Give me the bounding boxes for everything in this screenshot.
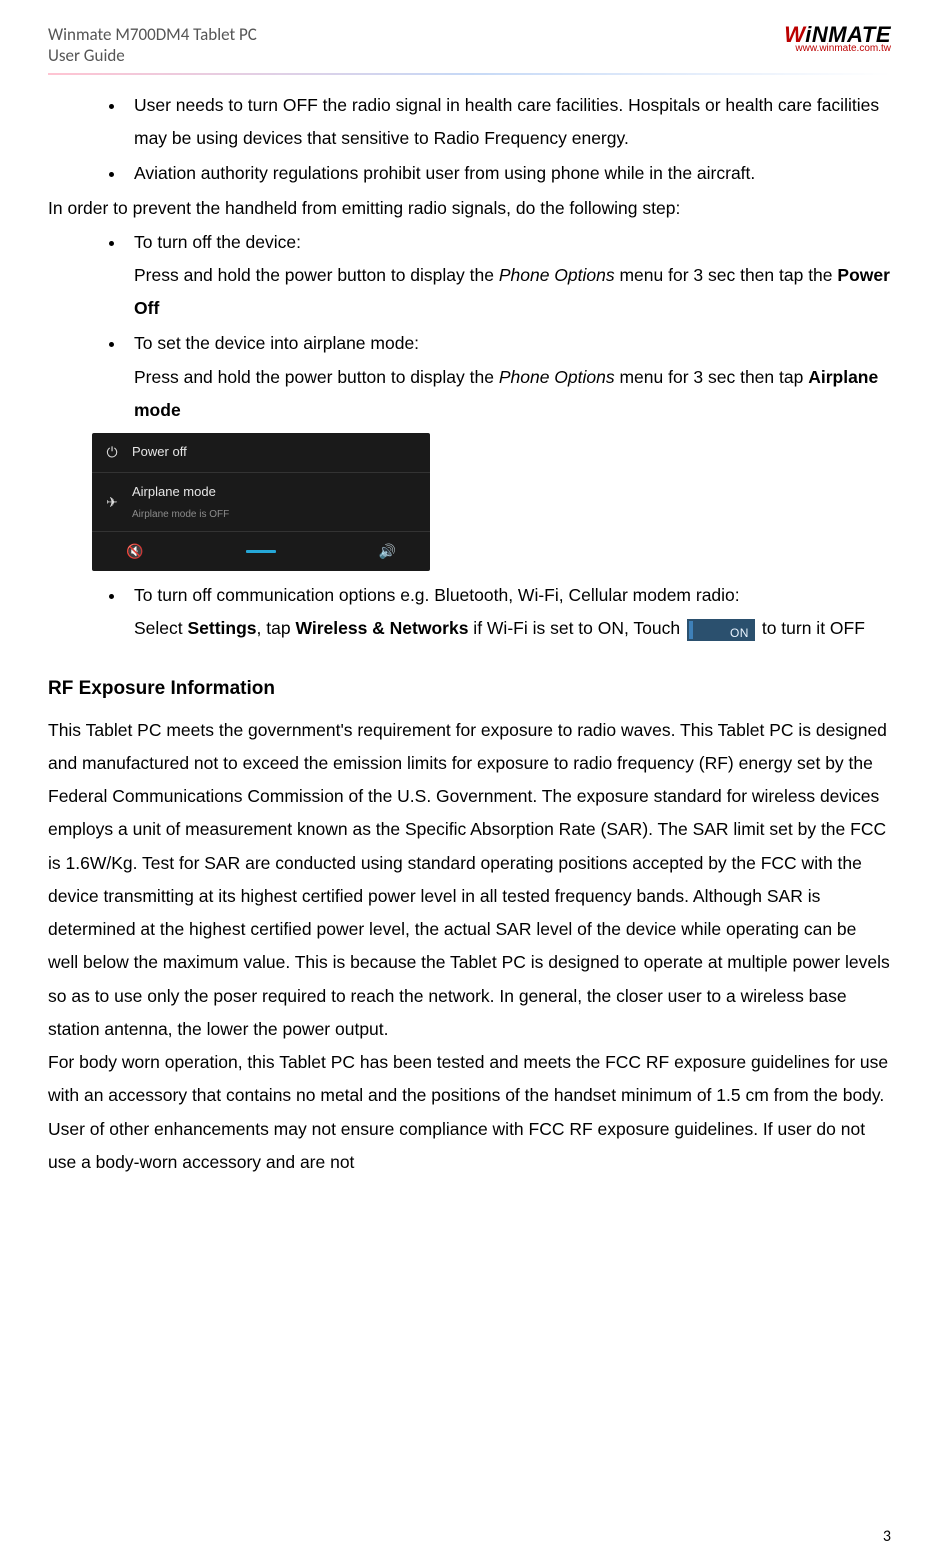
list-item-airplane: To set the device into airplane mode: Pr… (126, 327, 891, 427)
airplane-label-block: Airplane mode Airplane mode is OFF (132, 480, 229, 525)
airplane-icon: ✈ (104, 494, 120, 510)
airplane-sublabel: Airplane mode is OFF (132, 505, 229, 524)
wireless-bold: Wireless & Networks (295, 618, 468, 638)
page-root: Winmate M700DM4 Tablet PC User Guide WiN… (0, 0, 939, 1564)
settings-bold: Settings (188, 618, 257, 638)
bullet-list-steps: To turn off the device: Press and hold t… (48, 226, 891, 428)
wifi-on-toggle: ON (687, 619, 755, 641)
bullet-list-top: User needs to turn OFF the radio signal … (48, 89, 891, 191)
page-header: Winmate M700DM4 Tablet PC User Guide WiN… (48, 24, 891, 71)
step-text-b: menu for 3 sec then tap the (615, 265, 838, 285)
list-item: User needs to turn OFF the radio signal … (126, 89, 891, 156)
bullet-list-comm: To turn off communication options e.g. B… (48, 579, 891, 646)
text-b: , tap (257, 618, 296, 638)
rf-para-2: For body worn operation, this Tablet PC … (48, 1046, 891, 1179)
list-item: Aviation authority regulations prohibit … (126, 157, 891, 190)
phone-options-screenshot: ⏻ Power off ✈ Airplane mode Airplane mod… (92, 433, 430, 571)
text-a: Select (134, 618, 188, 638)
screenshot-row-airplane: ✈ Airplane mode Airplane mode is OFF (92, 473, 430, 533)
header-title-block: Winmate M700DM4 Tablet PC User Guide (48, 24, 257, 67)
screenshot-bottom-bar: 🔇 🔊 (92, 532, 430, 567)
rf-heading: RF Exposure Information (48, 671, 891, 707)
power-icon: ⏻ (104, 444, 120, 460)
header-divider (48, 73, 891, 75)
airplane-label: Airplane mode (132, 484, 216, 499)
page-number: 3 (883, 1527, 891, 1546)
rf-para-1: This Tablet PC meets the government's re… (48, 714, 891, 1047)
list-item-comm-off: To turn off communication options e.g. B… (126, 579, 891, 646)
toggle-label: ON (730, 622, 749, 645)
content-area: User needs to turn OFF the radio signal … (48, 89, 891, 1180)
volume-indicator (246, 550, 276, 553)
phone-options-italic: Phone Options (499, 367, 615, 387)
header-title-line1: Winmate M700DM4 Tablet PC (48, 24, 257, 45)
list-item-turn-off: To turn off the device: Press and hold t… (126, 226, 891, 326)
speaker-icon: 🔊 (379, 538, 396, 565)
step-title: To turn off communication options e.g. B… (134, 585, 740, 605)
step-text-b: menu for 3 sec then tap (615, 367, 809, 387)
header-title-line2: User Guide (48, 45, 257, 66)
phone-options-italic: Phone Options (499, 265, 615, 285)
step-text-a: Press and hold the power button to displ… (134, 265, 499, 285)
step-title: To turn off the device: (134, 232, 301, 252)
intro-line: In order to prevent the handheld from em… (48, 192, 891, 225)
step-text-a: Press and hold the power button to displ… (134, 367, 499, 387)
screenshot-row-poweroff: ⏻ Power off (92, 433, 430, 473)
step-title: To set the device into airplane mode: (134, 333, 419, 353)
text-d: to turn it OFF (757, 618, 865, 638)
text-c: if Wi-Fi is set to ON, Touch (468, 618, 685, 638)
silent-icon: 🔇 (126, 538, 143, 565)
logo-url: www.winmate.com.tw (784, 44, 891, 54)
logo-block: WiNMATE www.winmate.com.tw (784, 24, 891, 54)
poweroff-label: Power off (132, 440, 187, 465)
